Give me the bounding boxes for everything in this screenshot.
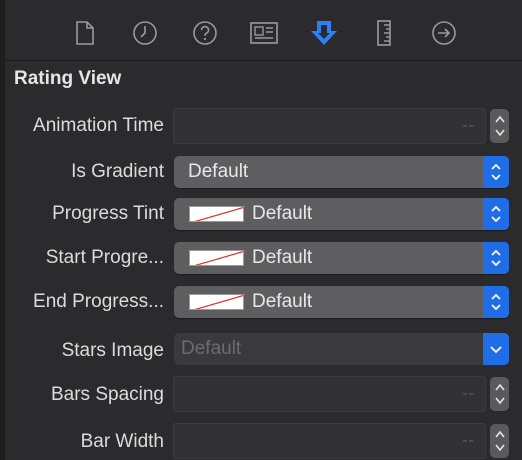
bars-spacing-label: Bars Spacing [50, 384, 164, 405]
bar-width-placeholder: -- [462, 432, 475, 449]
connections-inspector-icon[interactable] [429, 18, 459, 48]
window-edge [0, 0, 5, 460]
popup-arrows-icon [483, 242, 509, 274]
is-gradient-label: Is Gradient [71, 161, 164, 182]
stars-image-combo[interactable]: Default [174, 333, 509, 365]
start-progress-value: Default [252, 247, 313, 268]
file-inspector-icon[interactable] [70, 18, 100, 48]
end-progress-color-well[interactable]: Default [174, 286, 509, 318]
stepper-arrows-icon [494, 430, 505, 452]
animation-time-field[interactable]: -- [173, 108, 486, 144]
no-color-swatch [189, 250, 244, 266]
stepper-arrows-icon [494, 383, 505, 405]
stepper-arrows-icon [494, 115, 505, 137]
progress-tint-value: Default [252, 203, 313, 224]
bars-spacing-stepper[interactable] [490, 377, 509, 411]
stars-image-label: Stars Image [61, 340, 164, 361]
attributes-inspector-icon[interactable] [309, 18, 339, 48]
bar-width-field[interactable]: -- [173, 423, 486, 459]
inspector-toolbar [5, 0, 522, 61]
bars-spacing-placeholder: -- [462, 385, 475, 402]
size-inspector-icon[interactable] [369, 18, 399, 48]
animation-time-placeholder: -- [462, 117, 475, 134]
progress-tint-color-well[interactable]: Default [174, 198, 509, 230]
start-progress-color-well[interactable]: Default [174, 242, 509, 274]
quick-help-icon[interactable] [190, 18, 220, 48]
identity-inspector-icon[interactable] [249, 18, 279, 48]
no-color-swatch [189, 206, 244, 222]
end-progress-value: Default [252, 291, 313, 312]
animation-time-stepper[interactable] [490, 109, 509, 143]
bars-spacing-field[interactable]: -- [173, 376, 486, 412]
history-inspector-icon[interactable] [130, 18, 160, 48]
is-gradient-value: Default [188, 161, 249, 182]
start-progress-label: Start Progre... [45, 247, 164, 268]
bar-width-stepper[interactable] [490, 424, 509, 458]
popup-arrows-icon [483, 156, 509, 188]
section-title: Rating View [14, 68, 122, 89]
bar-width-label: Bar Width [80, 431, 164, 452]
chevron-down-icon[interactable] [483, 333, 509, 365]
animation-time-label: Animation Time [33, 115, 164, 136]
progress-tint-label: Progress Tint [52, 203, 164, 224]
end-progress-label: End Progress... [33, 291, 164, 312]
no-color-swatch [189, 294, 244, 310]
popup-arrows-icon [483, 286, 509, 318]
popup-arrows-icon [483, 198, 509, 230]
stars-image-value: Default [181, 338, 242, 359]
is-gradient-popup[interactable]: Default [174, 156, 509, 188]
